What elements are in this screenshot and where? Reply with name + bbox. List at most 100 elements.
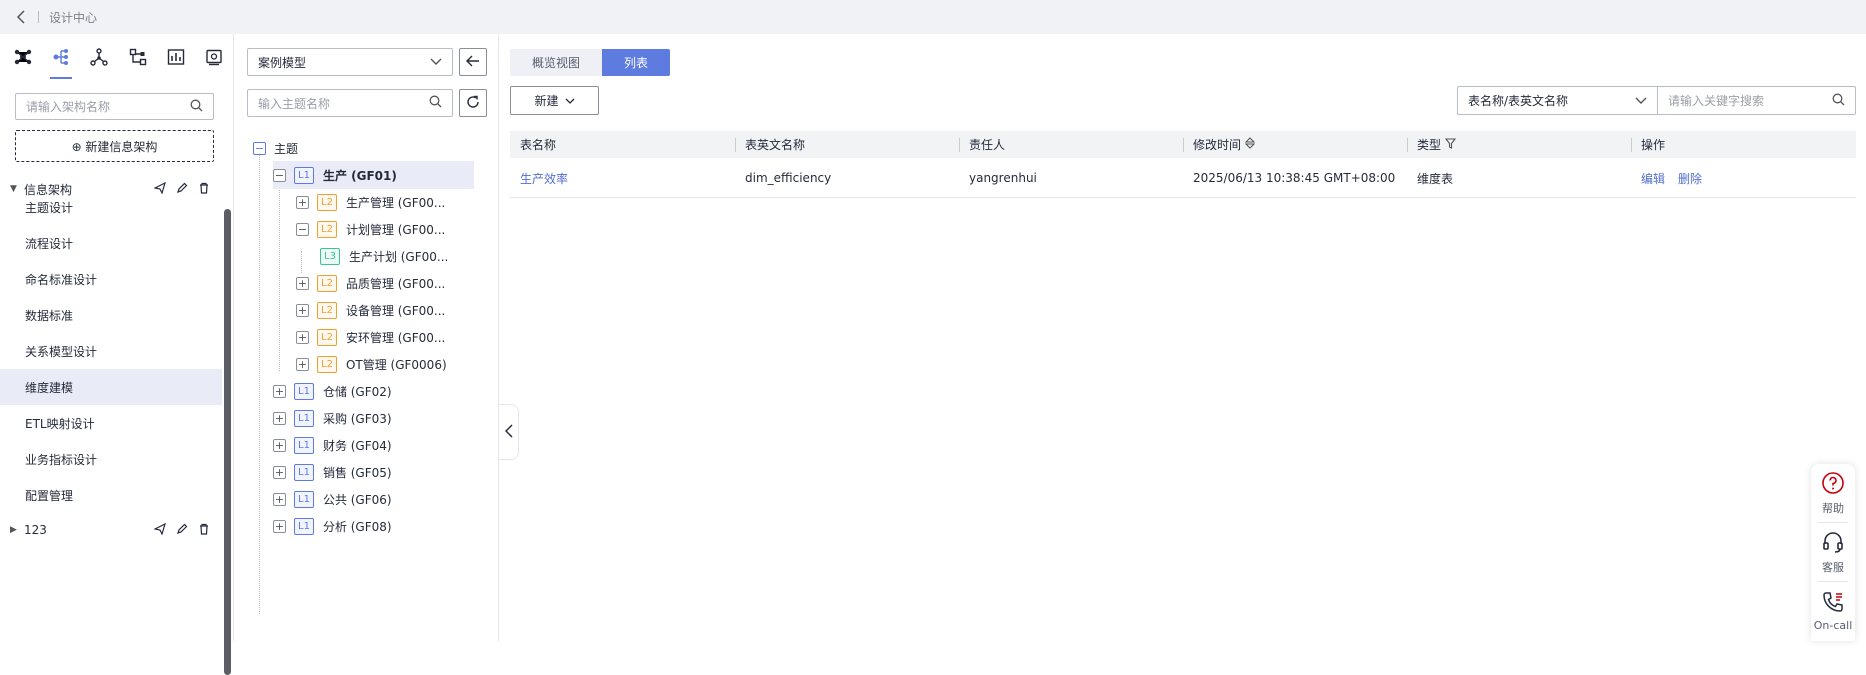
- architecture-search-input[interactable]: 请输入架构名称: [15, 93, 214, 120]
- expand-icon[interactable]: +: [296, 357, 309, 371]
- main-content: 概览视图 列表 新建 表名称/表英文名称 请输入关键字搜索 表名称 表英文名称 …: [500, 34, 1866, 641]
- column-divider: [1407, 138, 1408, 152]
- expand-icon[interactable]: +: [296, 303, 309, 317]
- menu-item-config-management[interactable]: 配置管理: [0, 477, 222, 513]
- table-name-link[interactable]: 生产效率: [520, 158, 568, 198]
- network-icon[interactable]: [80, 34, 118, 79]
- expand-icon[interactable]: +: [273, 438, 286, 452]
- column-header-modified[interactable]: 修改时间: [1193, 131, 1256, 158]
- tree-node[interactable]: + L1 仓储 (GF02): [273, 377, 392, 405]
- expand-icon[interactable]: +: [296, 330, 309, 344]
- collapse-icon[interactable]: −: [253, 141, 266, 155]
- search-icon[interactable]: [190, 99, 203, 115]
- menu-item-flow-design[interactable]: 流程设计: [0, 225, 222, 261]
- topic-tree-panel: 案例模型 输入主题名称 − 主题 − L1 生产 (GF01) + L2 生产管…: [235, 34, 499, 641]
- back-arrow-icon[interactable]: [14, 10, 28, 24]
- refresh-button[interactable]: [459, 89, 487, 117]
- phone-icon: [1821, 590, 1845, 617]
- expand-icon[interactable]: +: [273, 519, 286, 533]
- tree-node[interactable]: + L1 采购 (GF03): [273, 404, 392, 432]
- menu-item-business-metrics[interactable]: 业务指标设计: [0, 441, 222, 477]
- edit-link[interactable]: 编辑: [1641, 158, 1665, 198]
- oncall-button[interactable]: On-call: [1811, 582, 1855, 640]
- tree-node[interactable]: + L2 品质管理 (GF00...: [296, 269, 445, 297]
- sort-icon[interactable]: [1244, 137, 1256, 152]
- delete-icon[interactable]: [198, 523, 210, 538]
- book-icon[interactable]: [195, 34, 233, 79]
- edit-icon[interactable]: [176, 523, 188, 538]
- menu-item-topic-design[interactable]: 主题设计: [0, 189, 222, 225]
- tab-overview[interactable]: 概览视图: [510, 49, 603, 76]
- chart-icon[interactable]: [157, 34, 195, 79]
- divider: [38, 11, 39, 23]
- menu-item-relational-model[interactable]: 关系模型设计: [0, 333, 222, 369]
- table-cell-owner: yangrenhui: [969, 171, 1037, 185]
- column-divider: [735, 138, 736, 152]
- table-cell-en-name: dim_efficiency: [745, 171, 832, 185]
- menu-item-dimension-modeling[interactable]: 维度建模: [0, 369, 222, 405]
- tree-node[interactable]: L3 生产计划 (GF00...: [312, 242, 448, 270]
- model-icon[interactable]: [4, 34, 42, 79]
- tree-guide-line: [259, 147, 260, 614]
- column-header-actions: 操作: [1641, 138, 1666, 152]
- chevron-down-icon: [1635, 94, 1647, 108]
- new-button[interactable]: 新建: [510, 86, 599, 115]
- arrow-left-icon: [466, 55, 480, 70]
- tree-icon[interactable]: [42, 34, 80, 79]
- table-cell-modified: 2025/06/13 10:38:45 GMT+08:00: [1193, 171, 1396, 185]
- customer-service-button[interactable]: 客服: [1811, 523, 1855, 581]
- tree-node[interactable]: + L1 销售 (GF05): [273, 458, 392, 486]
- collapse-icon[interactable]: −: [273, 168, 286, 182]
- scrollbar[interactable]: [224, 209, 231, 675]
- tree-node[interactable]: + L2 设备管理 (GF00...: [296, 296, 445, 324]
- collapse-icon[interactable]: −: [296, 222, 309, 236]
- column-header-owner: 责任人: [969, 138, 1006, 152]
- icon-toolbar: [0, 34, 233, 79]
- search-icon[interactable]: [1832, 93, 1845, 109]
- menu-item-data-standard[interactable]: 数据标准: [0, 297, 222, 333]
- expand-icon[interactable]: +: [273, 384, 286, 398]
- expand-icon[interactable]: +: [296, 276, 309, 290]
- top-bar: 设计中心: [0, 0, 1866, 34]
- tab-list[interactable]: 列表: [602, 49, 671, 76]
- architecture-panel: 请输入架构名称 ⊕ 新建信息架构 ▼ 信息架构 主题设计 流程设计 命名标准设计…: [0, 34, 234, 675]
- tree-node[interactable]: − L1 生产 (GF01): [273, 161, 474, 189]
- tree-node[interactable]: + L2 生产管理 (GF00...: [296, 188, 445, 216]
- publish-icon[interactable]: [153, 522, 166, 538]
- expand-icon[interactable]: +: [273, 492, 286, 506]
- table-header: 表名称 表英文名称 责任人 修改时间 类型 操作: [510, 131, 1856, 158]
- help-button[interactable]: 帮助: [1811, 464, 1855, 522]
- tree-node[interactable]: + L2 安环管理 (GF00...: [296, 323, 445, 351]
- topic-search-input[interactable]: 输入主题名称: [247, 89, 453, 117]
- column-header-type[interactable]: 类型: [1417, 131, 1457, 158]
- help-icon: [1821, 471, 1845, 498]
- expand-icon[interactable]: +: [273, 411, 286, 425]
- collapse-back-button[interactable]: [459, 48, 487, 76]
- expand-icon[interactable]: +: [273, 465, 286, 479]
- table-cell-type: 维度表: [1417, 171, 1454, 186]
- filter-field-select[interactable]: 表名称/表英文名称: [1457, 86, 1657, 115]
- chevron-down-icon: [430, 55, 442, 69]
- column-divider: [1183, 138, 1184, 152]
- new-architecture-button[interactable]: ⊕ 新建信息架构: [15, 130, 214, 162]
- tree-node[interactable]: − L2 计划管理 (GF00...: [296, 215, 445, 243]
- tree-node[interactable]: + L1 分析 (GF08): [273, 512, 392, 540]
- caret-right-icon[interactable]: ▶: [10, 525, 18, 535]
- menu-item-naming-standard[interactable]: 命名标准设计: [0, 261, 222, 297]
- column-header-en-name: 表英文名称: [745, 138, 806, 152]
- expand-icon[interactable]: +: [296, 195, 309, 209]
- column-header-name: 表名称: [520, 138, 557, 152]
- menu-item-etl-mapping[interactable]: ETL映射设计: [0, 405, 222, 441]
- model-select[interactable]: 案例模型: [247, 48, 453, 76]
- tree-node[interactable]: + L2 OT管理 (GF0006): [296, 350, 447, 378]
- breadcrumb: 设计中心: [49, 10, 98, 25]
- architecture-item[interactable]: ▶ 123: [0, 515, 222, 545]
- tree-root[interactable]: − 主题: [253, 134, 298, 162]
- flow-icon[interactable]: [119, 34, 157, 79]
- filter-icon[interactable]: [1444, 137, 1457, 152]
- search-icon[interactable]: [429, 95, 442, 111]
- keyword-search-input[interactable]: 请输入关键字搜索: [1657, 86, 1856, 115]
- delete-link[interactable]: 删除: [1678, 158, 1702, 198]
- tree-node[interactable]: + L1 财务 (GF04): [273, 431, 392, 459]
- tree-node[interactable]: + L1 公共 (GF06): [273, 485, 392, 513]
